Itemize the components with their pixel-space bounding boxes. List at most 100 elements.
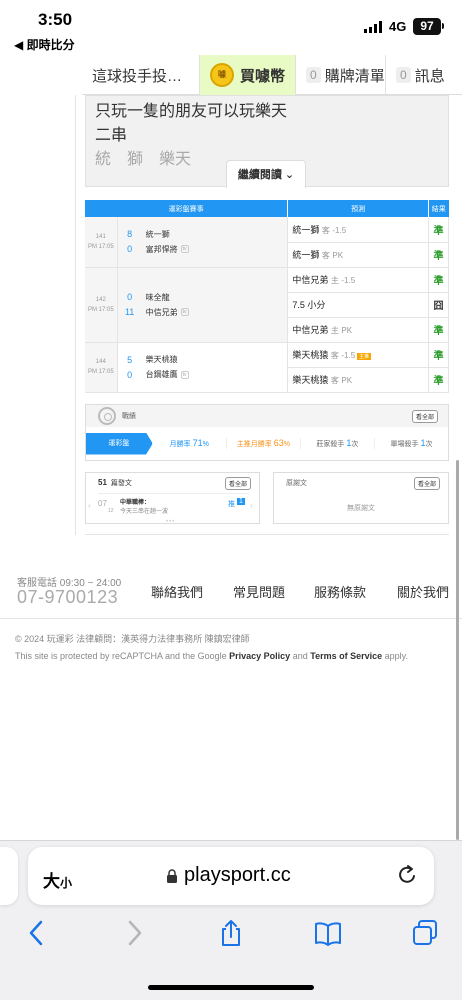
messages-button[interactable]: 0 訊息 (386, 55, 462, 95)
post-date-day: 07 (98, 499, 107, 508)
pick-result: 準 (428, 342, 450, 368)
pick-team: 樂天桃猿 (292, 375, 329, 385)
copyright: © 2024 玩運彩 法律顧問：漢英得力法律事務所 陳鎮宏律師 (15, 634, 250, 644)
bookie-killer: 莊家殺手 1次 (301, 438, 375, 449)
original-posts-title: 原謝文 (286, 480, 307, 487)
team-name[interactable]: 富邦悍將 (146, 244, 178, 255)
share-icon[interactable] (216, 918, 246, 948)
article-line: 二串 (95, 127, 128, 144)
tab-sports-lottery[interactable]: 運彩盤 (86, 432, 153, 455)
cart-label: 購牌清單 (324, 67, 385, 85)
team-name[interactable]: 味全龍 (146, 292, 170, 303)
back-to-app-link[interactable]: ◀ 即時比分 (14, 36, 75, 53)
record-header: 戰績 看全部 (86, 405, 448, 427)
cart-button[interactable]: 0 購牌清單 (296, 55, 386, 95)
team-score: 5 (127, 354, 133, 365)
footer-link-about[interactable]: 關於我們 (397, 582, 449, 601)
signal-icon (364, 21, 382, 33)
content-border (75, 95, 76, 535)
posts-title-label: 篇發文 (110, 480, 132, 487)
pick-team: 統一獅 (292, 250, 320, 260)
original-posts-panel: 原謝文 看全部 無原謝文 (273, 472, 449, 524)
top-nav: 這球投手投… 噱 買噱幣 0 購牌清單 0 訊息 (82, 55, 462, 95)
pick-cell: 樂天桃猿 客 -1.5 主推 (287, 342, 429, 368)
pick-result: 囧 (428, 292, 450, 318)
pick-team: 統一獅 (292, 224, 320, 235)
table-row: 141 PM 17:05 8 統一獅 0 富邦悍將 tv 統一獅 客 -1.5 準 (85, 217, 450, 268)
reload-icon[interactable] (396, 863, 418, 887)
footer-link-terms[interactable]: 服務條款 (314, 582, 366, 601)
count-unit: 次 (425, 441, 433, 448)
pick-line: PK (341, 326, 353, 335)
previous-tab-preview[interactable] (0, 847, 18, 905)
read-more-button[interactable]: 繼續閱讀 ⌄ (226, 160, 306, 188)
post-text: 今天三串在趟一波 (120, 509, 169, 515)
pct-sign: % (283, 441, 290, 448)
pick-cell: 中信兄弟 主 -1.5 (287, 267, 429, 293)
pick-side: 主 (330, 326, 339, 335)
pick-line: -1.5 (341, 351, 356, 360)
chevron-right-icon[interactable]: › (250, 501, 253, 510)
team-score: 0 (127, 369, 133, 380)
forward-icon[interactable] (119, 918, 149, 948)
scrollbar[interactable] (456, 460, 459, 840)
footer-link-faq[interactable]: 常見問題 (233, 582, 285, 601)
pick-side: 主 (330, 276, 339, 285)
tv-icon: tv (180, 308, 189, 316)
posts-see-all-button[interactable]: 看全部 (224, 477, 251, 490)
lock-icon (167, 869, 177, 883)
main-pick-badge: 主推 (357, 353, 372, 360)
pct-sign: % (202, 441, 209, 448)
back-icon[interactable] (22, 918, 52, 948)
table-row: 142 PM 17:05 0 味全龍 11 中信兄弟 tv 中信兄弟 主 -1.5 準 (85, 267, 450, 343)
post-tag: 推 (228, 501, 235, 508)
article-line: 只玩一隻的朋友可以玩樂天 (95, 103, 288, 120)
reader-options-button[interactable]: 大小 (43, 867, 72, 892)
post-item[interactable]: ‹ 07 12 中華職棒： 今天三串在趟一波 推 1 › (88, 493, 253, 517)
privacy-policy-link[interactable]: Privacy Policy (229, 651, 290, 661)
phone-number[interactable]: 07-9700123 (17, 587, 118, 608)
table-row: 144 PM 17:05 5 樂天桃猿 0 台鋼雄鷹 tv 樂天桃猿 客 -1.5 主推… (85, 342, 450, 393)
buy-coins-label: 買噱幣 (239, 67, 285, 85)
pick-team: 7.5 小分 (292, 300, 326, 310)
chevron-down-icon: ⌄ (284, 169, 295, 181)
terms-of-service-link[interactable]: Terms of Service (310, 651, 382, 661)
recaptcha-text: This site is protected by reCAPTCHA and … (15, 651, 227, 661)
game-teams: 0 味全龍 11 中信兄弟 tv (117, 267, 289, 343)
game-info: 144 PM 17:05 (85, 342, 118, 393)
col-header-result: 結果 (428, 200, 449, 217)
pick-result: 準 (428, 267, 450, 293)
post-tag-count: 1 (237, 498, 245, 505)
nav-post-title[interactable]: 這球投手投… (82, 55, 200, 95)
section-divider (85, 534, 449, 535)
team-name[interactable]: 台鋼雄鷹 (146, 369, 178, 380)
game-number: 141 (95, 233, 106, 240)
original-posts-see-all-button[interactable]: 看全部 (413, 477, 440, 490)
recaptcha-apply: apply. (384, 651, 408, 661)
recaptcha-and: and (292, 651, 308, 661)
pick-line: PK (341, 376, 353, 385)
team-name[interactable]: 統一獅 (146, 229, 170, 240)
month-win-rate: 月勝率 71% (153, 438, 227, 449)
chevron-left-icon[interactable]: ‹ (88, 501, 91, 510)
posts-count: 51 (98, 478, 107, 487)
tabs-icon[interactable] (410, 918, 440, 948)
single-game-killer-label: 單場殺手 (390, 441, 419, 448)
pick-team: 中信兄弟 (292, 325, 329, 335)
pick-cell: 7.5 小分 (287, 292, 429, 318)
coin-icon: 噱 (210, 63, 234, 87)
single-game-killer: 單場殺手 1次 (375, 438, 448, 449)
main-pick-win-rate-label: 主推月勝率 (236, 441, 272, 448)
footer-link-contact[interactable]: 聯絡我們 (151, 582, 203, 601)
team-name[interactable]: 樂天桃猿 (146, 354, 178, 365)
team-score: 8 (127, 229, 133, 240)
buy-coins-button[interactable]: 噱 買噱幣 (200, 55, 296, 95)
record-see-all-button[interactable]: 看全部 (411, 410, 438, 423)
empty-message: 無原謝文 (347, 505, 375, 512)
col-header-pick: 預測 (287, 200, 429, 217)
team-name[interactable]: 中信兄弟 (146, 307, 178, 318)
address-bar[interactable]: 大小 playsport.cc (28, 847, 434, 905)
bookmarks-icon[interactable] (313, 918, 343, 948)
main-pick-win-rate: 主推月勝率 63% (227, 438, 301, 449)
pick-side: 客 (321, 251, 330, 260)
